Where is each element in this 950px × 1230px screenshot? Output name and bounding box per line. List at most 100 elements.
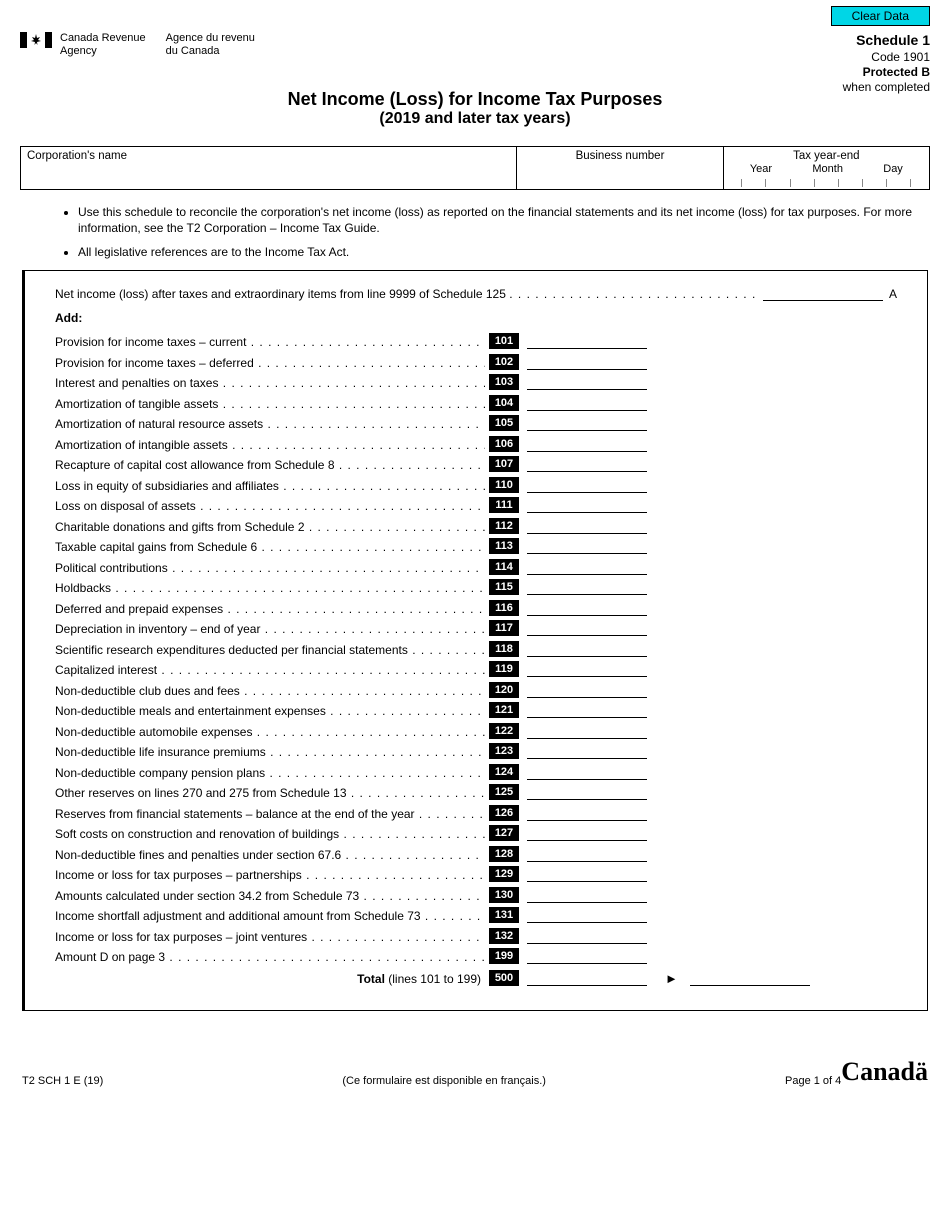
row-input-123[interactable] [527, 745, 647, 759]
line-row-106: Amortization of intangible assets106 [55, 436, 905, 452]
row-label: Non-deductible meals and entertainment e… [55, 704, 485, 718]
line-row-114: Political contributions114 [55, 559, 905, 575]
line-row-103: Interest and penalties on taxes103 [55, 374, 905, 390]
corp-name-cell[interactable]: Corporation's name [21, 147, 517, 189]
row-label: Income shortfall adjustment and addition… [55, 909, 485, 923]
row-input-102[interactable] [527, 356, 647, 370]
row-label: Loss on disposal of assets [55, 499, 485, 513]
row-code: 199 [489, 948, 519, 964]
row-label: Income or loss for tax purposes – joint … [55, 930, 485, 944]
row-input-118[interactable] [527, 643, 647, 657]
row-label: Taxable capital gains from Schedule 6 [55, 540, 485, 554]
row-input-107[interactable] [527, 458, 647, 472]
row-input-110[interactable] [527, 479, 647, 493]
row-input-115[interactable] [527, 581, 647, 595]
agency-name-fr: Agence du revenu du Canada [166, 32, 255, 58]
row-code: 116 [489, 600, 519, 616]
row-input-131[interactable] [527, 909, 647, 923]
line-row-119: Capitalized interest119 [55, 661, 905, 677]
row-input-126[interactable] [527, 807, 647, 821]
row-input-130[interactable] [527, 889, 647, 903]
canada-flag-icon [20, 32, 52, 48]
row-input-116[interactable] [527, 602, 647, 616]
row-label: Income or loss for tax purposes – partne… [55, 868, 485, 882]
row-label: Amortization of natural resource assets [55, 417, 485, 431]
row-code: 107 [489, 456, 519, 472]
line-row-131: Income shortfall adjustment and addition… [55, 907, 905, 923]
form-id: T2 SCH 1 E (19) [22, 1075, 103, 1087]
line-row-107: Recapture of capital cost allowance from… [55, 456, 905, 472]
line-row-130: Amounts calculated under section 34.2 fr… [55, 887, 905, 903]
total-carry-input[interactable] [690, 972, 810, 986]
line-row-101: Provision for income taxes – current101 [55, 333, 905, 349]
line-row-104: Amortization of tangible assets 104 [55, 395, 905, 411]
line-row-113: Taxable capital gains from Schedule 6113 [55, 538, 905, 554]
line-a-letter: A [889, 287, 905, 301]
row-input-128[interactable] [527, 848, 647, 862]
total-row: Total (lines 101 to 199) 500 ► [55, 970, 905, 986]
row-code: 132 [489, 928, 519, 944]
row-input-129[interactable] [527, 868, 647, 882]
row-input-114[interactable] [527, 561, 647, 575]
row-input-119[interactable] [527, 663, 647, 677]
row-code: 129 [489, 866, 519, 882]
row-code: 115 [489, 579, 519, 595]
schedule-label: Schedule 1 [843, 32, 930, 50]
row-input-120[interactable] [527, 684, 647, 698]
row-code: 126 [489, 805, 519, 821]
line-row-117: Depreciation in inventory – end of year1… [55, 620, 905, 636]
line-row-112: Charitable donations and gifts from Sche… [55, 518, 905, 534]
line-a: Net income (loss) after taxes and extrao… [55, 287, 905, 301]
row-label: Other reserves on lines 270 and 275 from… [55, 786, 485, 800]
row-input-124[interactable] [527, 766, 647, 780]
row-input-103[interactable] [527, 376, 647, 390]
line-row-120: Non-deductible club dues and fees120 [55, 682, 905, 698]
row-code: 123 [489, 743, 519, 759]
wordmark-text: Canadä [841, 1057, 928, 1087]
line-row-121: Non-deductible meals and entertainment e… [55, 702, 905, 718]
note-1: Use this schedule to reconcile the corpo… [78, 204, 924, 236]
notes-list: Use this schedule to reconcile the corpo… [38, 204, 924, 261]
row-code: 128 [489, 846, 519, 862]
row-input-112[interactable] [527, 520, 647, 534]
tax-year-end-cell[interactable]: Tax year-end Year Month Day [724, 147, 929, 189]
row-input-117[interactable] [527, 622, 647, 636]
row-label: Recapture of capital cost allowance from… [55, 458, 485, 472]
footer: T2 SCH 1 E (19) (Ce formulaire est dispo… [20, 1057, 930, 1087]
total-code: 500 [489, 970, 519, 986]
row-input-121[interactable] [527, 704, 647, 718]
clear-data-button[interactable]: Clear Data [831, 6, 930, 26]
row-input-125[interactable] [527, 786, 647, 800]
note-2: All legislative references are to the In… [78, 244, 924, 260]
row-input-122[interactable] [527, 725, 647, 739]
row-input-101[interactable] [527, 335, 647, 349]
row-label: Non-deductible life insurance premiums [55, 745, 485, 759]
row-input-127[interactable] [527, 827, 647, 841]
row-label: Capitalized interest [55, 663, 485, 677]
row-input-132[interactable] [527, 930, 647, 944]
code-label: Code 1901 [843, 50, 930, 65]
row-input-105[interactable] [527, 417, 647, 431]
line-row-115: Holdbacks115 [55, 579, 905, 595]
row-input-113[interactable] [527, 540, 647, 554]
row-input-106[interactable] [527, 438, 647, 452]
business-number-label: Business number [576, 150, 665, 162]
row-code: 101 [489, 333, 519, 349]
row-code: 103 [489, 374, 519, 390]
row-code: 104 [489, 395, 519, 411]
row-label: Amortization of tangible assets [55, 397, 485, 411]
row-label: Reserves from financial statements – bal… [55, 807, 485, 821]
business-number-cell[interactable]: Business number [517, 147, 723, 189]
line-row-126: Reserves from financial statements – bal… [55, 805, 905, 821]
total-label: Total (lines 101 to 199) [55, 972, 485, 986]
row-input-199[interactable] [527, 950, 647, 964]
total-input[interactable] [527, 972, 647, 986]
add-label: Add: [55, 311, 905, 325]
line-a-input[interactable] [763, 287, 883, 301]
row-input-104[interactable] [527, 397, 647, 411]
line-row-125: Other reserves on lines 270 and 275 from… [55, 784, 905, 800]
row-input-111[interactable] [527, 499, 647, 513]
row-code: 125 [489, 784, 519, 800]
line-row-105: Amortization of natural resource assets1… [55, 415, 905, 431]
canada-wordmark: Canadä [841, 1057, 928, 1087]
